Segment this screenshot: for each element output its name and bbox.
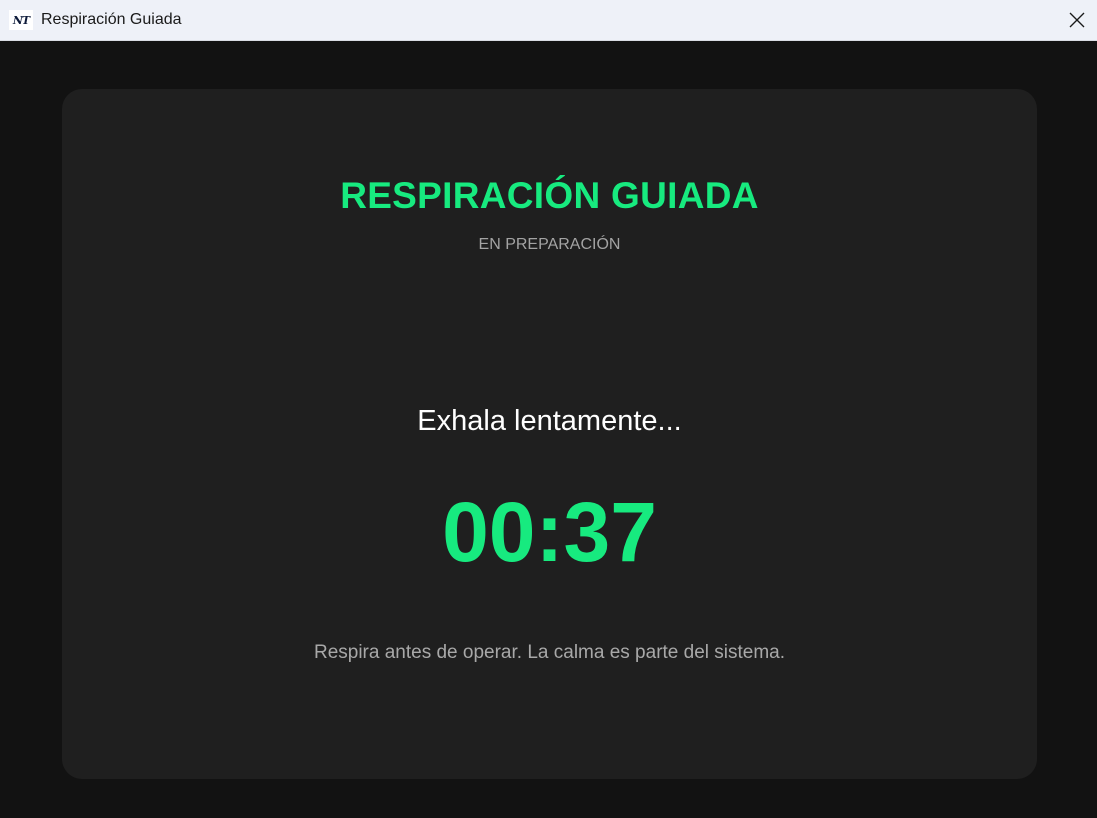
window-title: Respiración Guiada bbox=[41, 11, 182, 28]
close-button[interactable] bbox=[1056, 0, 1097, 40]
motivational-message: Respira antes de operar. La calma es par… bbox=[313, 642, 786, 663]
countdown-timer: 00:37 bbox=[442, 485, 657, 579]
breathing-card: RESPIRACIÓN GUIADA EN PREPARACIÓN Exhala… bbox=[62, 89, 1037, 779]
breathing-instruction: Exhala lentamente... bbox=[417, 405, 682, 437]
app-logo-text: NT bbox=[12, 13, 30, 27]
page-title: RESPIRACIÓN GUIADA bbox=[340, 175, 759, 216]
window-titlebar[interactable]: NT Respiración Guiada bbox=[0, 0, 1097, 41]
window-content: RESPIRACIÓN GUIADA EN PREPARACIÓN Exhala… bbox=[0, 41, 1097, 818]
app-logo-icon: NT bbox=[9, 10, 33, 30]
status-label: EN PREPARACIÓN bbox=[478, 236, 621, 253]
close-icon bbox=[1069, 12, 1084, 28]
